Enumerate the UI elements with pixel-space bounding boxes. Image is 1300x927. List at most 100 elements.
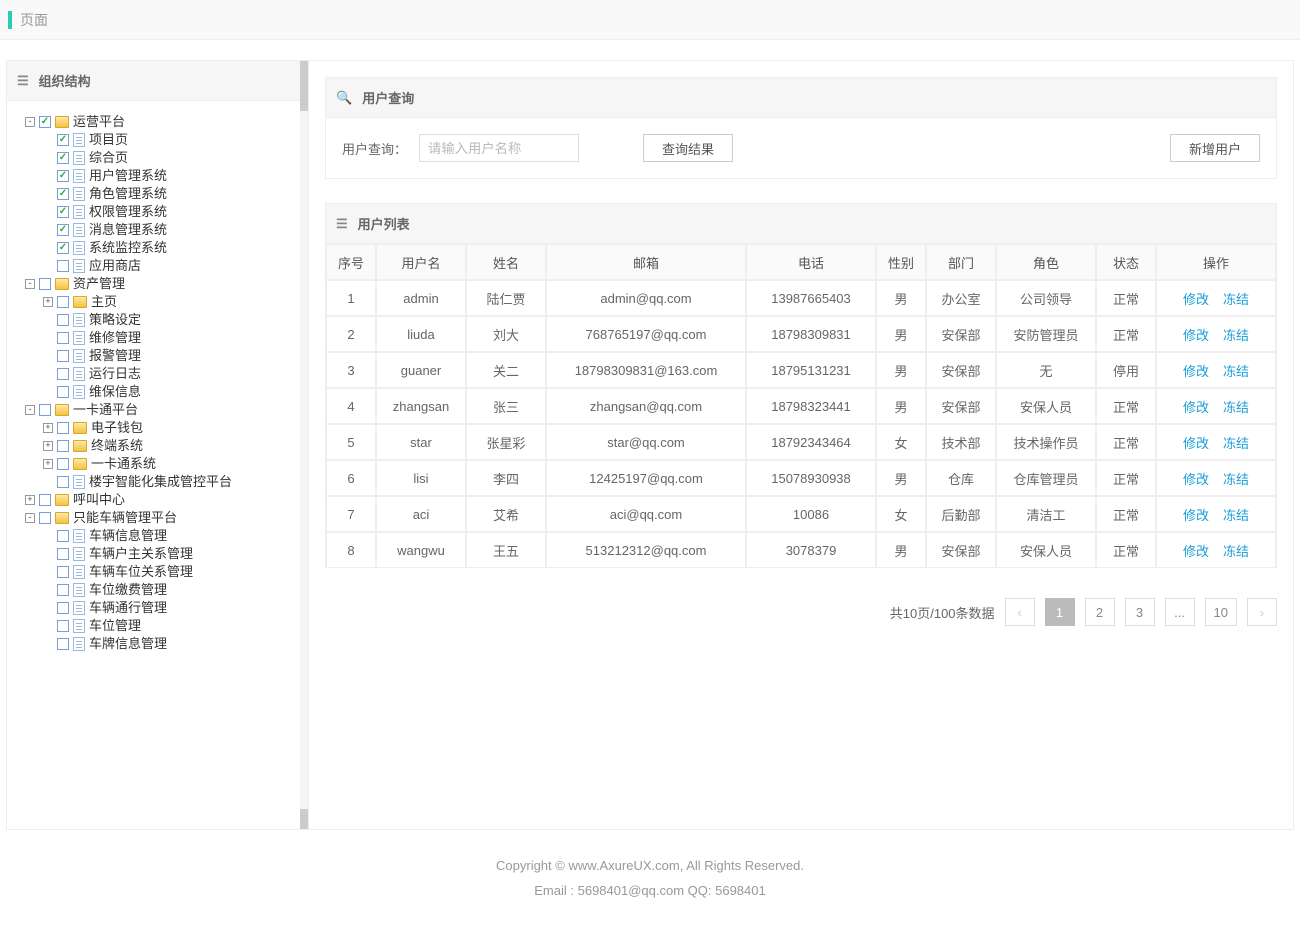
tree-expand-toggle[interactable]: +: [43, 441, 53, 451]
tree-node-label[interactable]: 车位管理: [89, 617, 141, 635]
tree-node-label[interactable]: 运行日志: [89, 365, 141, 383]
tree-checkbox[interactable]: [57, 170, 69, 182]
pager-page[interactable]: 10: [1205, 598, 1237, 626]
freeze-link[interactable]: 冻结: [1223, 289, 1249, 308]
pager-next[interactable]: ›: [1247, 598, 1277, 626]
search-input[interactable]: [419, 134, 579, 162]
freeze-link[interactable]: 冻结: [1223, 361, 1249, 380]
tree-node-label[interactable]: 楼宇智能化集成管控平台: [89, 473, 232, 491]
folder-icon: [73, 440, 87, 452]
tree-checkbox[interactable]: [39, 512, 51, 524]
tree-node-label[interactable]: 车牌信息管理: [89, 635, 167, 653]
tree-checkbox[interactable]: [57, 566, 69, 578]
tree-node-label[interactable]: 综合页: [89, 149, 128, 167]
tree-node-label[interactable]: 维修管理: [89, 329, 141, 347]
tree-checkbox[interactable]: [57, 422, 69, 434]
edit-link[interactable]: 修改: [1183, 505, 1209, 524]
scrollbar-thumb-bottom[interactable]: [300, 809, 308, 829]
tree-checkbox[interactable]: [39, 116, 51, 128]
edit-link[interactable]: 修改: [1183, 397, 1209, 416]
tree-node-label[interactable]: 主页: [91, 293, 117, 311]
tree-node-label[interactable]: 车辆车位关系管理: [89, 563, 193, 581]
tree-checkbox[interactable]: [57, 188, 69, 200]
tree-expand-toggle[interactable]: +: [25, 495, 35, 505]
tree-node-label[interactable]: 报警管理: [89, 347, 141, 365]
freeze-link[interactable]: 冻结: [1223, 433, 1249, 452]
edit-link[interactable]: 修改: [1183, 361, 1209, 380]
tree-checkbox[interactable]: [57, 584, 69, 596]
tree-checkbox[interactable]: [57, 296, 69, 308]
add-user-button[interactable]: 新增用户: [1170, 134, 1260, 162]
tree-node-label[interactable]: 权限管理系统: [89, 203, 167, 221]
query-button[interactable]: 查询结果: [643, 134, 733, 162]
tree-node-label[interactable]: 车辆户主关系管理: [89, 545, 193, 563]
freeze-link[interactable]: 冻结: [1223, 397, 1249, 416]
tree-checkbox[interactable]: [57, 638, 69, 650]
tree-node-label[interactable]: 终端系统: [91, 437, 143, 455]
tree-checkbox[interactable]: [39, 278, 51, 290]
tree-checkbox[interactable]: [57, 602, 69, 614]
scrollbar-thumb[interactable]: [300, 61, 308, 111]
tree-expand-toggle[interactable]: +: [43, 459, 53, 469]
table-cell: 后勤部: [926, 496, 996, 532]
freeze-link[interactable]: 冻结: [1223, 541, 1249, 560]
tree-checkbox[interactable]: [39, 494, 51, 506]
tree-expand-toggle[interactable]: +: [43, 423, 53, 433]
tree-checkbox[interactable]: [57, 350, 69, 362]
tree-checkbox[interactable]: [57, 332, 69, 344]
tree-checkbox[interactable]: [57, 440, 69, 452]
pager-prev[interactable]: ‹: [1005, 598, 1035, 626]
tree-checkbox[interactable]: [57, 260, 69, 272]
tree-checkbox[interactable]: [57, 206, 69, 218]
freeze-link[interactable]: 冻结: [1223, 469, 1249, 488]
tree-expand-toggle[interactable]: +: [43, 297, 53, 307]
freeze-link[interactable]: 冻结: [1223, 505, 1249, 524]
scrollbar-track[interactable]: [300, 61, 308, 829]
pager-page[interactable]: 1: [1045, 598, 1075, 626]
pager-page[interactable]: 3: [1125, 598, 1155, 626]
edit-link[interactable]: 修改: [1183, 433, 1209, 452]
tree-node-label[interactable]: 一卡通系统: [91, 455, 156, 473]
pager-page[interactable]: ...: [1165, 598, 1195, 626]
tree-checkbox[interactable]: [57, 476, 69, 488]
tree-node-label[interactable]: 角色管理系统: [89, 185, 167, 203]
tree-node-label[interactable]: 应用商店: [89, 257, 141, 275]
tree-checkbox[interactable]: [57, 224, 69, 236]
tree-checkbox[interactable]: [57, 134, 69, 146]
tree-node-label[interactable]: 策略设定: [89, 311, 141, 329]
tree-expand-toggle[interactable]: -: [25, 117, 35, 127]
tree-expand-toggle[interactable]: -: [25, 405, 35, 415]
tree-node-label[interactable]: 一卡通平台: [73, 401, 138, 419]
edit-link[interactable]: 修改: [1183, 289, 1209, 308]
tree-node-label[interactable]: 运营平台: [73, 113, 125, 131]
tree-checkbox[interactable]: [57, 368, 69, 380]
edit-link[interactable]: 修改: [1183, 541, 1209, 560]
tree-checkbox[interactable]: [57, 386, 69, 398]
tree-node-label[interactable]: 资产管理: [73, 275, 125, 293]
tree-checkbox[interactable]: [57, 620, 69, 632]
tree-node-label[interactable]: 电子钱包: [91, 419, 143, 437]
tree-node-label[interactable]: 用户管理系统: [89, 167, 167, 185]
tree-node-label[interactable]: 车辆信息管理: [89, 527, 167, 545]
freeze-link[interactable]: 冻结: [1223, 325, 1249, 344]
tree-node-label[interactable]: 车辆通行管理: [89, 599, 167, 617]
tree-node-label[interactable]: 车位缴费管理: [89, 581, 167, 599]
tree-checkbox[interactable]: [57, 152, 69, 164]
tree-checkbox[interactable]: [39, 404, 51, 416]
tree-checkbox[interactable]: [57, 530, 69, 542]
tree-node-label[interactable]: 呼叫中心: [73, 491, 125, 509]
tree-expand-toggle[interactable]: -: [25, 513, 35, 523]
tree-node-label[interactable]: 维保信息: [89, 383, 141, 401]
tree-node-label[interactable]: 只能车辆管理平台: [73, 509, 177, 527]
tree-checkbox[interactable]: [57, 458, 69, 470]
tree-node-label[interactable]: 系统监控系统: [89, 239, 167, 257]
tree-expand-toggle[interactable]: -: [25, 279, 35, 289]
edit-link[interactable]: 修改: [1183, 469, 1209, 488]
tree-node-label[interactable]: 项目页: [89, 131, 128, 149]
tree-checkbox[interactable]: [57, 548, 69, 560]
tree-node-label[interactable]: 消息管理系统: [89, 221, 167, 239]
tree-checkbox[interactable]: [57, 242, 69, 254]
edit-link[interactable]: 修改: [1183, 325, 1209, 344]
tree-checkbox[interactable]: [57, 314, 69, 326]
pager-page[interactable]: 2: [1085, 598, 1115, 626]
